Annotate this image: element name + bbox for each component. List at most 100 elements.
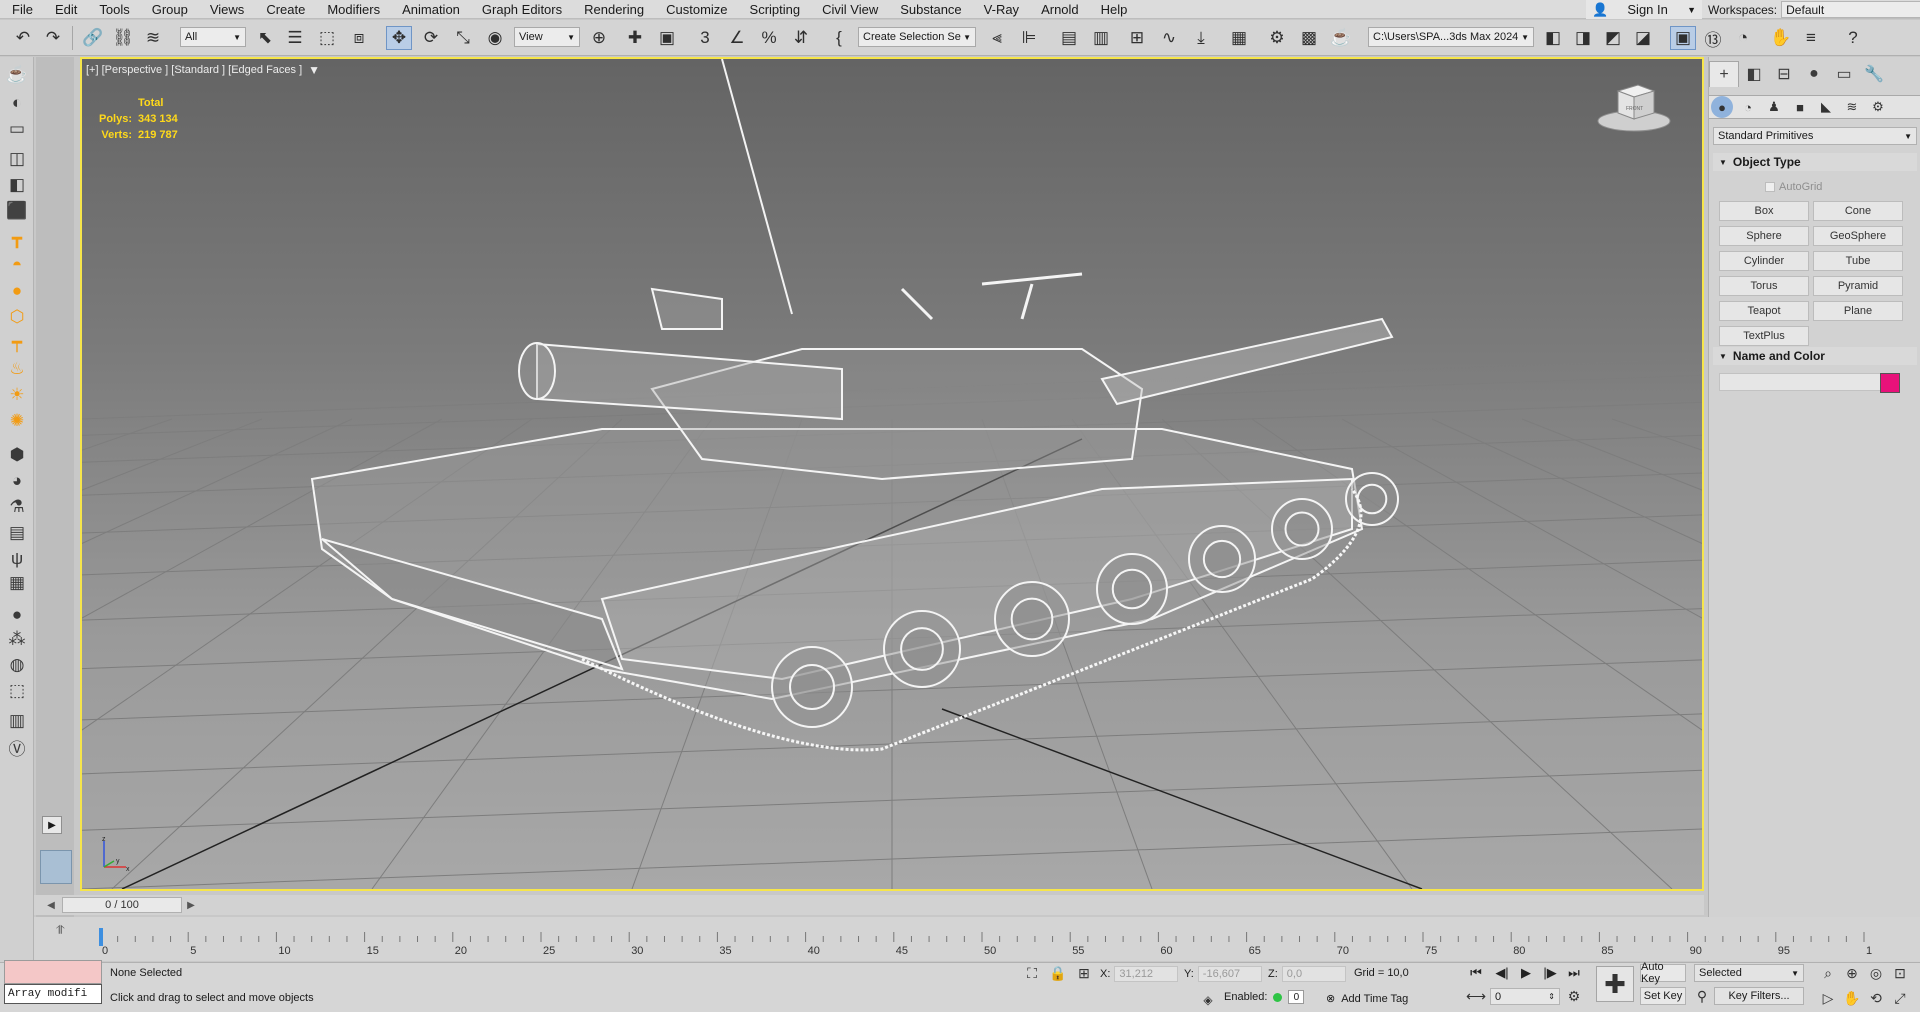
rectangular-selection-icon[interactable]: ⬚ bbox=[314, 26, 340, 50]
curve-editor-icon[interactable]: ∿ bbox=[1156, 26, 1182, 50]
pyramid-button[interactable]: Pyramid bbox=[1813, 276, 1903, 296]
select-and-place-icon[interactable]: ◉ bbox=[482, 26, 508, 50]
menu-animation[interactable]: Animation bbox=[390, 0, 470, 19]
percent-snap-icon[interactable]: % bbox=[756, 26, 782, 50]
object-type-rollout[interactable]: ▼ Object Type bbox=[1713, 153, 1917, 171]
current-frame-spinner[interactable]: 0 ⇕ bbox=[1490, 988, 1560, 1005]
render-production-icon[interactable]: ☕ bbox=[1328, 26, 1354, 50]
zoom-extents-icon[interactable]: ◎ bbox=[1866, 963, 1886, 983]
material-sphere-icon[interactable]: ● bbox=[4, 603, 30, 627]
box-button[interactable]: Box bbox=[1719, 201, 1809, 221]
help-icon[interactable]: ? bbox=[1840, 26, 1866, 50]
interactive-icon[interactable]: ◔ bbox=[1730, 26, 1756, 50]
menu-arnold[interactable]: Arnold bbox=[1029, 0, 1089, 19]
bind-spacewarp-icon[interactable]: ≋ bbox=[140, 26, 166, 50]
maxscript-listener-input[interactable]: Array modifi bbox=[4, 984, 102, 1004]
undo-icon[interactable]: ↶ bbox=[10, 26, 36, 50]
textplus-button[interactable]: TextPlus bbox=[1719, 326, 1809, 346]
cone-button[interactable]: Cone bbox=[1813, 201, 1903, 221]
next-frame-arrow-icon[interactable]: ▶ bbox=[184, 897, 198, 913]
toggle-layer-explorer-icon[interactable]: ▥ bbox=[1088, 26, 1114, 50]
menu-file[interactable]: File bbox=[0, 0, 43, 19]
hand-icon[interactable]: ✋ bbox=[1768, 26, 1794, 50]
dome-icon[interactable]: ◓ bbox=[4, 253, 30, 277]
autogrid-checkbox[interactable]: AutoGrid bbox=[1765, 181, 1822, 193]
time-configuration-icon[interactable]: ⚙ bbox=[1564, 986, 1584, 1006]
primitive-category-select[interactable]: Standard Primitives ▼ bbox=[1713, 127, 1917, 145]
light-icon[interactable]: ◧ bbox=[4, 173, 30, 197]
time-slider-thumb[interactable]: 0 / 100 bbox=[62, 897, 182, 913]
blue-grid-icon[interactable]: ▦ bbox=[4, 571, 30, 595]
align-to-view-icon[interactable]: ◧ bbox=[1540, 26, 1566, 50]
select-and-scale-icon[interactable]: ⤡ bbox=[450, 26, 476, 50]
viewport-label-menu[interactable]: [+] [Perspective ] [Standard ] [Edged Fa… bbox=[86, 63, 320, 77]
hammer-icon[interactable]: ┳ bbox=[4, 227, 30, 251]
schematic-view-icon[interactable]: ⤓ bbox=[1188, 26, 1214, 50]
teapot-icon[interactable]: ☕ bbox=[4, 63, 30, 87]
menu-help[interactable]: Help bbox=[1089, 0, 1138, 19]
motion-tab-icon[interactable]: ● bbox=[1799, 61, 1829, 87]
select-object-icon[interactable]: ⬉ bbox=[252, 26, 278, 50]
normal-align-icon[interactable]: ◪ bbox=[1630, 26, 1656, 50]
viewcube[interactable]: FRONT bbox=[1594, 79, 1674, 137]
set-keys-button[interactable]: ✚ bbox=[1596, 966, 1634, 1002]
torus-button[interactable]: Torus bbox=[1719, 276, 1809, 296]
material-editor-icon[interactable]: ▦ bbox=[1226, 26, 1252, 50]
menu-v-ray[interactable]: V-Ray bbox=[972, 0, 1029, 19]
multi-sphere-icon[interactable]: ⁂ bbox=[4, 627, 30, 651]
place-highlight-icon[interactable]: ◩ bbox=[1600, 26, 1626, 50]
flame-icon[interactable]: ♨ bbox=[4, 357, 30, 381]
field-of-view-icon[interactable]: ▷ bbox=[1818, 988, 1838, 1008]
ribbon-counter-icon[interactable]: ⑬ bbox=[1700, 26, 1726, 50]
zoom-all-icon[interactable]: ⊕ bbox=[1842, 963, 1862, 983]
utilities-tab-icon[interactable]: 🔧 bbox=[1859, 61, 1889, 87]
go-to-start-icon[interactable]: ⏮ bbox=[1466, 964, 1486, 982]
viewport-layout-icon[interactable]: ▣ bbox=[1670, 26, 1696, 50]
menu-scripting[interactable]: Scripting bbox=[738, 0, 811, 19]
frame-icon[interactable]: ▤ bbox=[4, 521, 30, 545]
link-icon[interactable]: 🔗 bbox=[80, 26, 106, 50]
key-selection-set-select[interactable]: Selected ▼ bbox=[1694, 964, 1804, 982]
filter-icon[interactable]: ▼ bbox=[308, 63, 320, 77]
next-frame-icon[interactable]: |▶ bbox=[1540, 964, 1560, 982]
align-icon[interactable]: ⊫ bbox=[1016, 26, 1042, 50]
orbit-icon[interactable]: ⟲ bbox=[1866, 988, 1886, 1008]
hamburger-menu-icon[interactable]: ≡ bbox=[1798, 26, 1824, 50]
maximize-viewport-icon[interactable]: ⤢ bbox=[1890, 988, 1910, 1008]
previous-frame-icon[interactable]: ◀| bbox=[1492, 964, 1512, 982]
viewport-label-text[interactable]: [+] [Perspective ] [Standard ] [Edged Fa… bbox=[86, 64, 302, 76]
curve-editor-mini-icon[interactable]: ⥣ bbox=[56, 923, 65, 938]
previous-frame-arrow-icon[interactable]: ◀ bbox=[44, 897, 58, 913]
name-and-color-rollout[interactable]: ▼ Name and Color bbox=[1713, 347, 1917, 365]
menu-edit[interactable]: Edit bbox=[43, 0, 87, 19]
unlink-icon[interactable]: ⛓ bbox=[110, 26, 136, 50]
spinner-snap-icon[interactable]: ⇵ bbox=[788, 26, 814, 50]
grass-icon[interactable]: ψ bbox=[4, 547, 30, 571]
sign-in-dropdown[interactable]: 👤 Sign In ▼ bbox=[1586, 0, 1702, 19]
geosphere-button[interactable]: GeoSphere bbox=[1813, 226, 1903, 246]
expand-strip-button[interactable]: ▶ bbox=[42, 816, 62, 834]
project-folder-select[interactable]: C:\Users\SPA...3ds Max 2024 ▼ bbox=[1368, 27, 1534, 47]
redo-icon[interactable]: ↷ bbox=[40, 26, 66, 50]
go-to-end-icon[interactable]: ⏭ bbox=[1564, 964, 1584, 982]
cylinder-button[interactable]: Cylinder bbox=[1719, 251, 1809, 271]
z-field[interactable]: 0,0 bbox=[1281, 966, 1346, 982]
key-filters-button[interactable]: Key Filters... bbox=[1714, 987, 1804, 1005]
angle-snap-icon[interactable]: ∠ bbox=[724, 26, 750, 50]
starburst-icon[interactable]: ✺ bbox=[4, 409, 30, 433]
tube-button[interactable]: Tube bbox=[1813, 251, 1903, 271]
flask-icon[interactable]: ⚗ bbox=[4, 495, 30, 519]
menu-customize[interactable]: Customize bbox=[654, 0, 737, 19]
cube-icon[interactable]: ⬢ bbox=[4, 443, 30, 467]
menu-views[interactable]: Views bbox=[198, 0, 254, 19]
maxscript-listener-output[interactable] bbox=[4, 960, 102, 984]
object-color-swatch[interactable] bbox=[1880, 373, 1900, 393]
teapot-button[interactable]: Teapot bbox=[1719, 301, 1809, 321]
window-crossing-icon[interactable]: ⧈ bbox=[346, 26, 372, 50]
enabled-indicator-icon[interactable] bbox=[1273, 992, 1283, 1002]
mirror-icon[interactable]: ⫷ bbox=[984, 26, 1010, 50]
sphere-rotate-icon[interactable]: ◐ bbox=[4, 91, 30, 115]
lock-icon[interactable]: 🔒 bbox=[1048, 963, 1068, 983]
render-sphere-icon[interactable]: ◍ bbox=[4, 653, 30, 677]
zoom-icon[interactable]: ⌕ bbox=[1818, 963, 1838, 983]
